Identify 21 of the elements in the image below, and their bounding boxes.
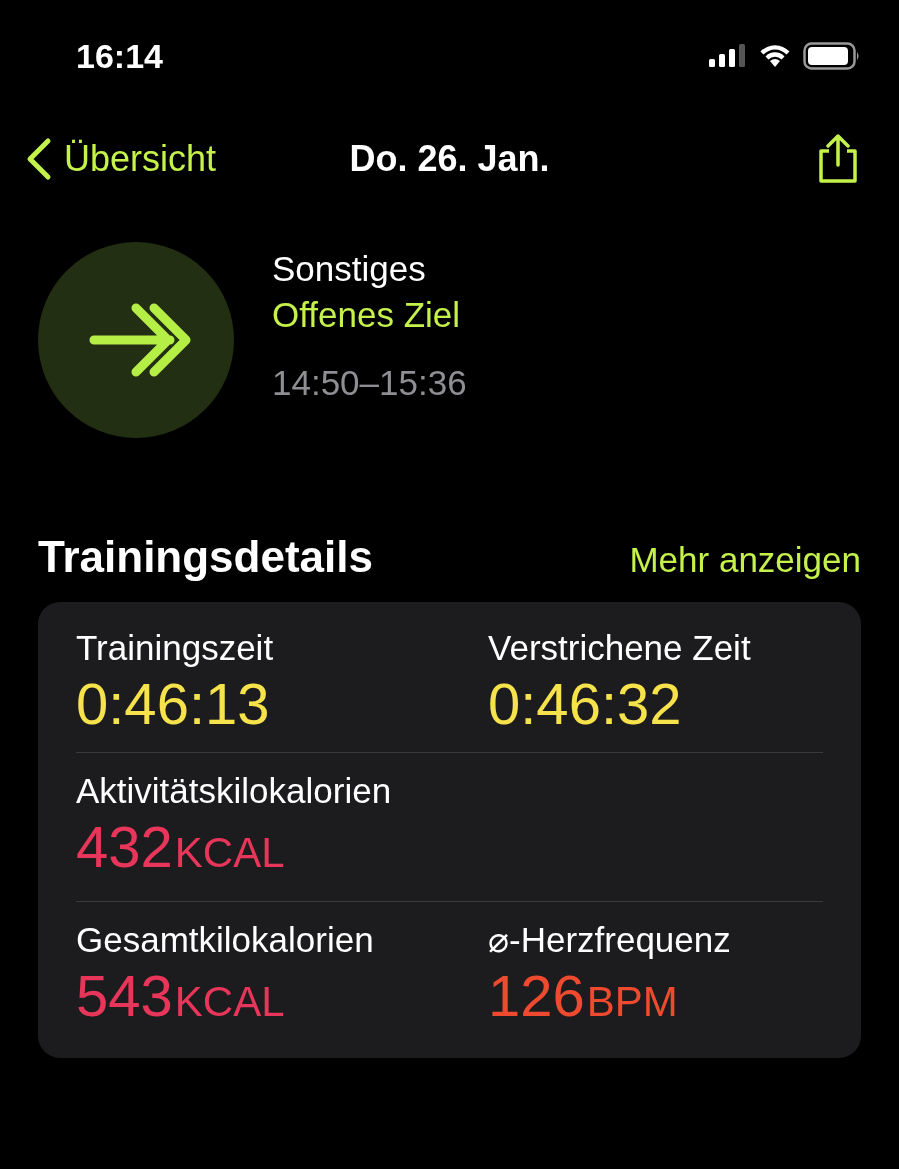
workout-type: Sonstiges [272, 248, 427, 290]
section-title: Trainingsdetails [38, 532, 373, 582]
signal-icon [709, 44, 747, 68]
metric-value: 126BPM [488, 962, 679, 1030]
metric-value: 0:46:13 [76, 670, 271, 738]
metric-label: Verstrichene Zeit [488, 627, 752, 669]
metric-label: ⌀-Herzfrequenz [488, 919, 732, 961]
show-more-link[interactable]: Mehr anzeigen [629, 540, 861, 580]
metric-value: 0:46:32 [488, 670, 683, 738]
workout-goal: Offenes Ziel [272, 294, 462, 336]
status-time: 16:14 [76, 36, 163, 76]
metric-label: Gesamtkilokalorien [76, 919, 375, 961]
back-button[interactable]: Übersicht [18, 136, 223, 182]
metric-value: 432KCAL [76, 813, 286, 881]
metric-value: 543KCAL [76, 962, 286, 1030]
wifi-icon [759, 44, 791, 68]
battery-icon [803, 42, 861, 70]
metric-label: Trainingszeit [76, 627, 275, 669]
workout-time-range: 14:50–15:36 [272, 362, 467, 404]
metric-label: Aktivitätskilokalorien [76, 770, 393, 812]
nav-title: Do. 26. Jan. [349, 138, 550, 180]
